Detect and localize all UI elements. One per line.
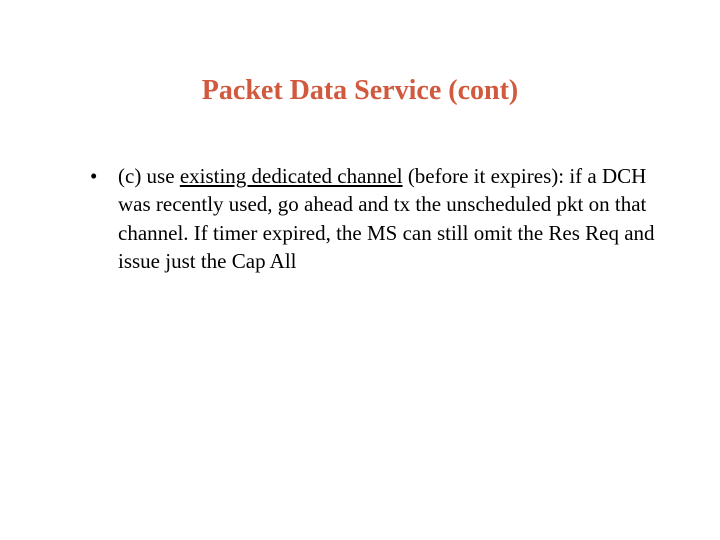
bullet-list: •(c) use existing dedicated channel (bef… bbox=[0, 162, 720, 275]
bullet-prefix: (c) use bbox=[118, 164, 180, 188]
bullet-underlined: existing dedicated channel bbox=[180, 164, 403, 188]
slide-container: Packet Data Service (cont) •(c) use exis… bbox=[0, 0, 720, 540]
bullet-marker: • bbox=[90, 162, 118, 190]
bullet-item: •(c) use existing dedicated channel (bef… bbox=[90, 162, 660, 275]
slide-title: Packet Data Service (cont) bbox=[0, 75, 720, 107]
